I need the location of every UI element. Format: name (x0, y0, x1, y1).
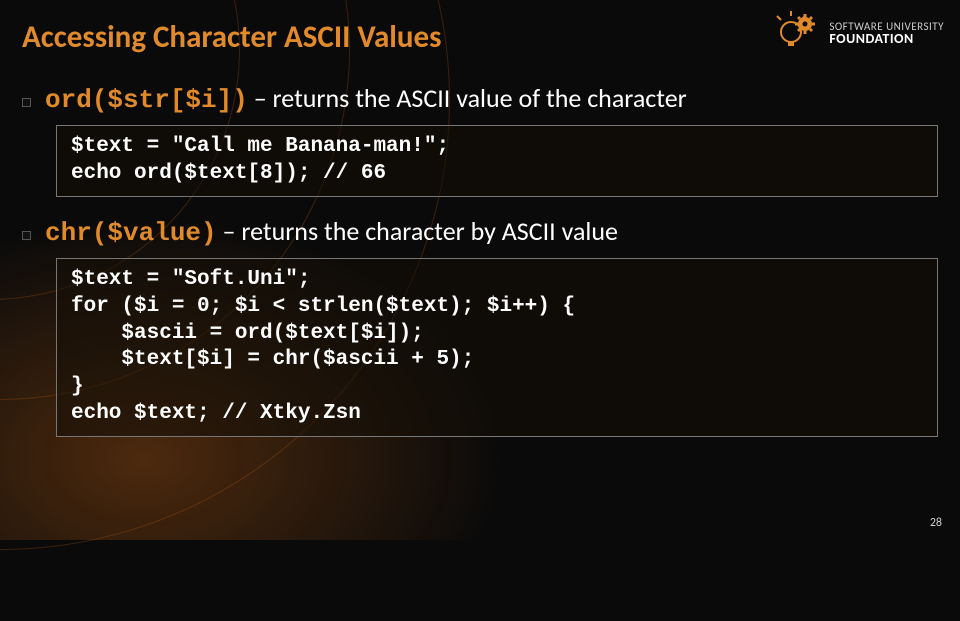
bullet-desc: – returns the character by ASCII value (217, 215, 618, 247)
bullet-marker-icon (22, 231, 31, 240)
code-block-2: $text = "Soft.Uni"; for ($i = 0; $i < st… (56, 258, 938, 437)
page-title: Accessing Character ASCII Values (22, 18, 442, 56)
content-area: ord($str[$i]) – returns the ASCII value … (22, 82, 938, 455)
bullet-marker-icon (22, 98, 31, 107)
bullet-desc: – returns the ASCII value of the charact… (248, 82, 687, 114)
lightbulb-gear-icon (775, 10, 821, 56)
slide-number: 28 (930, 516, 942, 530)
bullet-chr: chr($value) – returns the character by A… (22, 215, 938, 248)
logo: SOFTWARE UNIVERSITY FOUNDATION (775, 10, 944, 56)
code-block-1: $text = "Call me Banana-man!"; echo ord(… (56, 125, 938, 197)
function-name-chr: chr($value) (45, 218, 217, 248)
logo-text: SOFTWARE UNIVERSITY FOUNDATION (829, 21, 944, 46)
bullet-ord: ord($str[$i]) – returns the ASCII value … (22, 82, 938, 115)
function-name-ord: ord($str[$i]) (45, 85, 248, 115)
